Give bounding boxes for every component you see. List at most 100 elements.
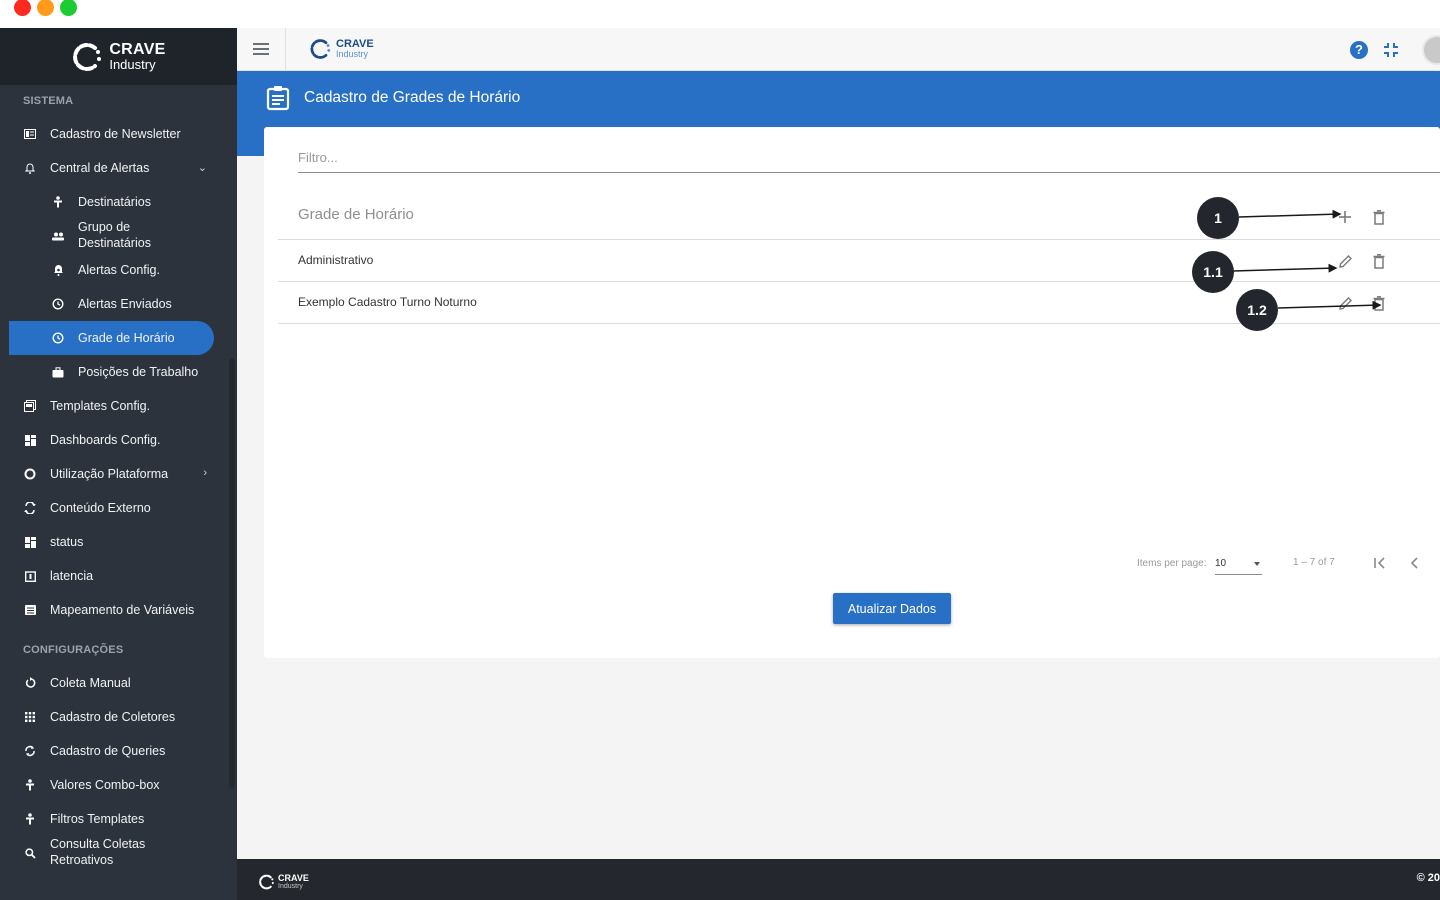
sidebar-item-alertas-enviados[interactable]: Alertas Enviados bbox=[0, 287, 237, 321]
sidebar-item-label: Destinatários bbox=[78, 195, 151, 209]
fullscreen-exit-icon[interactable] bbox=[1383, 42, 1399, 58]
delete-icon[interactable] bbox=[1370, 252, 1388, 270]
first-page-icon[interactable] bbox=[1372, 555, 1388, 571]
crave-logo-icon bbox=[73, 42, 102, 71]
delete-all-icon[interactable] bbox=[1370, 208, 1388, 226]
calendar-icon bbox=[22, 568, 38, 584]
sidebar-item-label: Central de Alertas bbox=[50, 161, 150, 175]
crave-logo-icon bbox=[310, 39, 331, 59]
clock-icon bbox=[50, 330, 66, 346]
footer-logo: CRAVE Industry bbox=[258, 873, 309, 891]
sidebar-item-utilizacao-plataforma[interactable]: Utilização Plataforma › bbox=[0, 457, 237, 491]
sidebar-item-status[interactable]: status bbox=[0, 525, 237, 559]
help-icon[interactable]: ? bbox=[1350, 41, 1368, 59]
sidebar-item-destinatarios[interactable]: Destinatários bbox=[0, 185, 237, 219]
sidebar-item-label: Cadastro de Coletores bbox=[50, 710, 176, 724]
delete-icon[interactable] bbox=[1370, 294, 1388, 312]
sidebar-item-label: Grupo de Destinatários bbox=[78, 220, 151, 250]
items-per-page-value: 10 bbox=[1215, 558, 1227, 569]
sidebar-item-latencia[interactable]: latencia bbox=[0, 559, 237, 593]
sidebar-item-filtros-templates[interactable]: Filtros Templates bbox=[0, 802, 237, 836]
sidebar-item-templates-config[interactable]: Templates Config. bbox=[0, 389, 237, 423]
sidebar-item-label: status bbox=[50, 535, 84, 549]
sidebar-item-mapeamento-variaveis[interactable]: Mapeamento de Variáveis bbox=[0, 593, 237, 627]
sidebar-item-cadastro-coletores[interactable]: Cadastro de Coletores bbox=[0, 700, 237, 734]
callout-1-1: 1.1 bbox=[1192, 251, 1234, 293]
topbar-logo[interactable]: CRAVE Industry bbox=[309, 37, 374, 61]
dashboard-icon bbox=[22, 432, 38, 448]
add-icon[interactable] bbox=[1336, 208, 1354, 226]
sidebar-item-label: Valores Combo-box bbox=[50, 778, 160, 792]
sidebar-brand[interactable]: CRAVE Industry bbox=[0, 28, 237, 85]
newspaper-icon bbox=[22, 126, 38, 142]
sidebar-item-newsletter[interactable]: Cadastro de Newsletter bbox=[0, 117, 237, 151]
sidebar: CRAVE Industry SISTEMA Cadastro de Newsl… bbox=[0, 28, 237, 900]
callout-1: 1 bbox=[1197, 197, 1239, 239]
brand-name: CRAVE bbox=[109, 41, 166, 58]
edit-icon[interactable] bbox=[1336, 252, 1354, 270]
sidebar-item-conteudo-externo[interactable]: Conteúdo Externo bbox=[0, 491, 237, 525]
sidebar-item-central-alertas[interactable]: Central de Alertas ⌄ bbox=[0, 151, 237, 185]
maximize-window-icon[interactable] bbox=[60, 0, 77, 16]
sidebar-item-label: Conteúdo Externo bbox=[50, 501, 151, 515]
sidebar-item-label: Cadastro de Queries bbox=[50, 744, 166, 758]
items-per-page-select[interactable]: 10 bbox=[1215, 555, 1262, 575]
sidebar-item-label: Cadastro de Newsletter bbox=[50, 127, 181, 141]
sidebar-item-label: Utilização Plataforma bbox=[50, 467, 169, 481]
dropdown-arrow-icon bbox=[1254, 562, 1260, 566]
sidebar-item-alertas-config[interactable]: Alertas Config. bbox=[0, 253, 237, 287]
apps-icon bbox=[22, 709, 38, 725]
person-icon bbox=[50, 194, 66, 210]
brand-name: CRAVE bbox=[278, 873, 309, 883]
group-icon bbox=[50, 228, 66, 244]
sidebar-item-label: Templates Config. bbox=[50, 399, 151, 413]
filter-input[interactable] bbox=[298, 150, 1440, 165]
copyright: © 20 bbox=[1416, 872, 1440, 884]
section-configuracoes: CONFIGURAÇÕES bbox=[23, 644, 124, 656]
table-row[interactable]: Administrativo bbox=[278, 240, 1440, 282]
brand-sub: Industry bbox=[109, 57, 156, 72]
sidebar-item-label: Coleta Manual bbox=[50, 676, 131, 690]
sidebar-item-label: Consulta Coletas Retroativos bbox=[50, 837, 146, 867]
topbar: CRAVE Industry ? bbox=[237, 28, 1440, 71]
crave-logo-icon bbox=[259, 874, 274, 890]
items-per-page-label: Items per page: bbox=[1137, 558, 1207, 569]
topbar-divider bbox=[285, 28, 286, 71]
sidebar-item-label: Alertas Config. bbox=[78, 263, 160, 277]
external-icon bbox=[22, 500, 38, 516]
search-icon bbox=[22, 845, 38, 861]
sidebar-item-grupo-destinatarios[interactable]: Grupo de Destinatários bbox=[0, 219, 237, 253]
sidebar-item-coleta-manual[interactable]: Coleta Manual bbox=[0, 666, 237, 700]
list-icon bbox=[22, 602, 38, 618]
history-icon bbox=[50, 296, 66, 312]
sidebar-item-cadastro-queries[interactable]: Cadastro de Queries bbox=[0, 734, 237, 768]
chevron-right-icon: › bbox=[203, 467, 207, 479]
row-name: Exemplo Cadastro Turno Noturno bbox=[298, 295, 477, 309]
minimize-window-icon[interactable] bbox=[37, 0, 54, 16]
grid-icon bbox=[22, 534, 38, 550]
sidebar-item-posicoes-trabalho[interactable]: Posições de Trabalho bbox=[0, 355, 237, 389]
callout-1-2: 1.2 bbox=[1236, 289, 1278, 331]
previous-page-icon[interactable] bbox=[1407, 555, 1423, 571]
close-window-icon[interactable] bbox=[14, 0, 31, 16]
sidebar-item-dashboards-config[interactable]: Dashboards Config. bbox=[0, 423, 237, 457]
clipboard-icon bbox=[266, 86, 290, 111]
sidebar-item-valores-combobox[interactable]: Valores Combo-box bbox=[0, 768, 237, 802]
sidebar-item-label: latencia bbox=[50, 569, 94, 583]
avatar[interactable] bbox=[1422, 35, 1440, 65]
sidebar-item-grade-horario[interactable]: Grade de Horário bbox=[9, 321, 214, 355]
edit-icon[interactable] bbox=[1336, 294, 1354, 312]
sidebar-item-label: Filtros Templates bbox=[50, 812, 145, 826]
template-icon bbox=[22, 398, 38, 414]
sidebar-scrollbar[interactable] bbox=[229, 358, 235, 788]
page-title: Cadastro de Grades de Horário bbox=[304, 89, 521, 106]
page-range: 1 – 7 of 7 bbox=[1293, 557, 1335, 568]
sidebar-item-consulta-coletas[interactable]: Consulta Coletas Retroativos bbox=[0, 836, 237, 870]
menu-icon[interactable] bbox=[253, 43, 269, 58]
briefcase-icon bbox=[50, 364, 66, 380]
update-data-button[interactable]: Atualizar Dados bbox=[833, 593, 951, 624]
chevron-down-icon: ⌄ bbox=[197, 162, 207, 174]
sidebar-item-label: Grade de Horário bbox=[78, 331, 175, 345]
sidebar-item-label: Alertas Enviados bbox=[78, 297, 172, 311]
footer: CRAVE Industry © 20 bbox=[237, 859, 1440, 900]
